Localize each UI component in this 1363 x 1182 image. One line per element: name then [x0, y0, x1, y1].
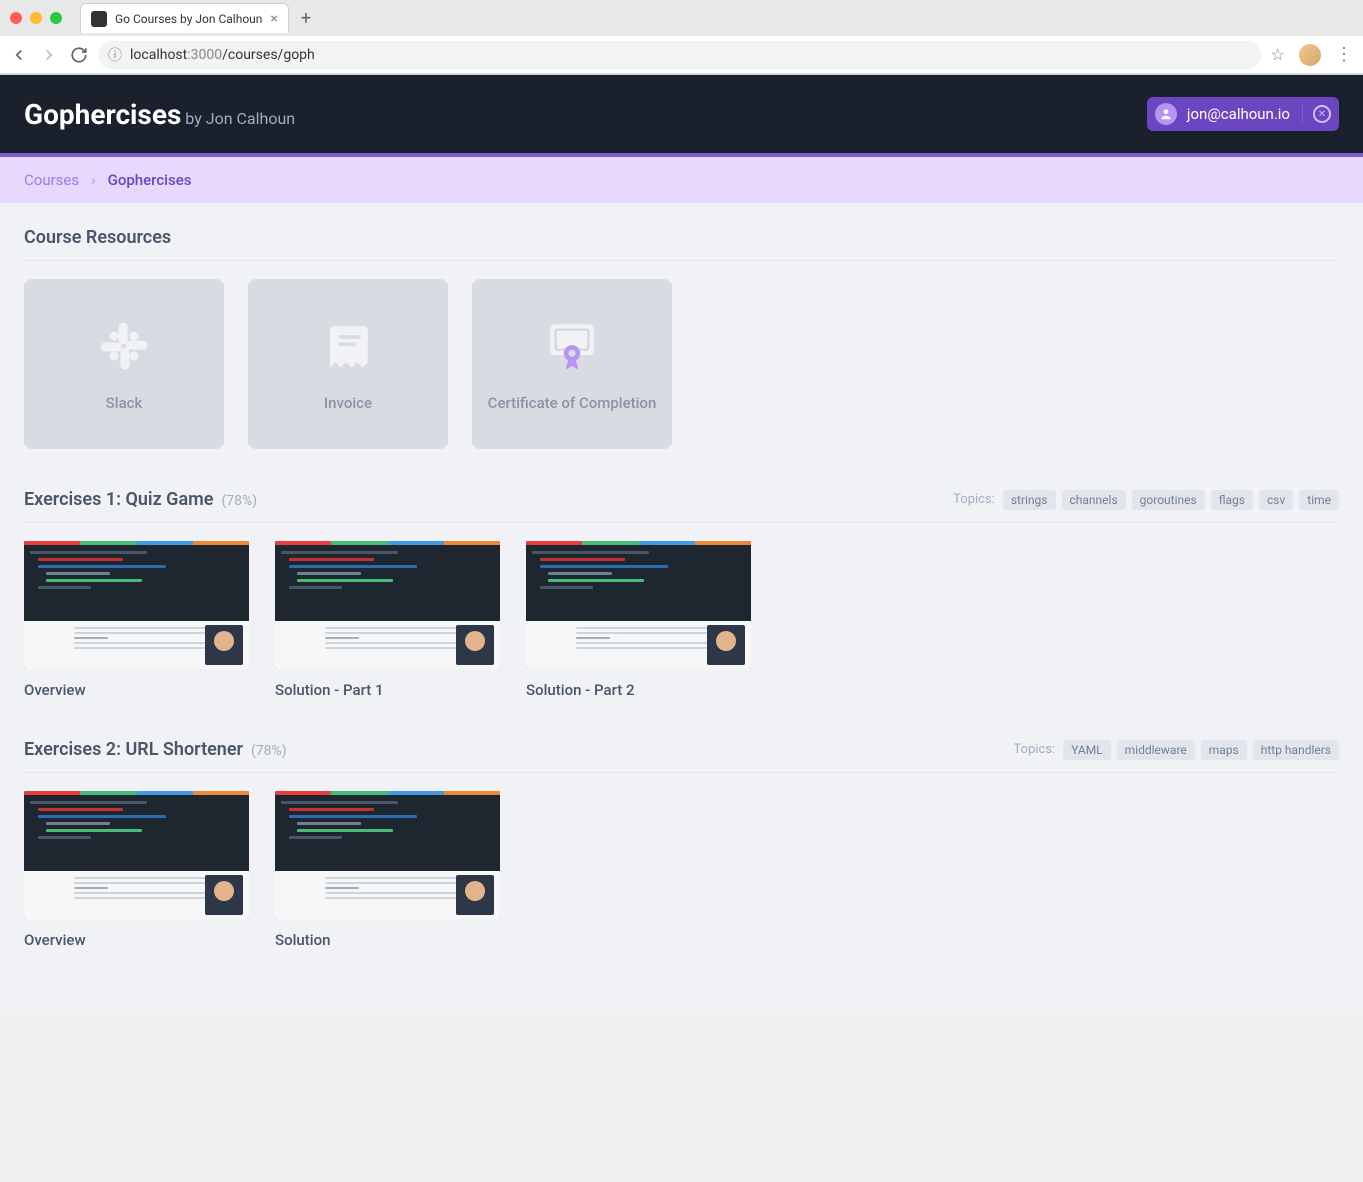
resource-label: Certificate of Completion	[488, 394, 657, 412]
topics-list: Topics: YAML middleware maps http handle…	[1014, 740, 1339, 760]
maximize-window-button[interactable]	[50, 12, 62, 24]
forward-button[interactable]	[40, 46, 58, 64]
resource-card-slack[interactable]: Slack	[24, 279, 224, 449]
breadcrumb-current[interactable]: Gophercises	[108, 171, 192, 189]
window-controls	[10, 12, 62, 24]
video-card[interactable]: Solution	[275, 791, 500, 949]
minimize-window-button[interactable]	[30, 12, 42, 24]
video-thumbnail	[24, 791, 249, 919]
url-text: localhost:3000/courses/goph	[130, 47, 315, 63]
app-subtitle: by Jon Calhoun	[185, 109, 295, 128]
video-card[interactable]: Solution - Part 1	[275, 541, 500, 699]
breadcrumb-courses-link[interactable]: Courses	[24, 171, 79, 189]
app-header: Gophercises by Jon Calhoun jon@calhoun.i…	[0, 75, 1363, 153]
video-card[interactable]: Overview	[24, 541, 249, 699]
topics-list: Topics: strings channels goroutines flag…	[953, 490, 1339, 510]
close-window-button[interactable]	[10, 12, 22, 24]
exercise-header: Exercises 1: Quiz Game (78%) Topics: str…	[24, 489, 1339, 523]
video-title: Solution - Part 1	[275, 681, 500, 699]
back-button[interactable]	[10, 46, 28, 64]
video-row: Overview Solution - Part 1 Solution - Pa…	[24, 541, 1339, 699]
topics-label: Topics:	[1014, 742, 1056, 757]
resource-card-invoice[interactable]: Invoice	[248, 279, 448, 449]
exercise-percent: (78%)	[221, 493, 257, 509]
topic-tag[interactable]: flags	[1211, 490, 1253, 510]
logout-button[interactable]: ✕	[1302, 105, 1331, 123]
reload-button[interactable]	[70, 46, 88, 64]
video-thumbnail	[275, 791, 500, 919]
section-heading-resources: Course Resources	[24, 227, 1339, 261]
exercise-title: Exercises 1: Quiz Game	[24, 489, 213, 510]
invoice-icon	[318, 316, 378, 376]
topic-tag[interactable]: YAML	[1063, 740, 1110, 760]
topics-label: Topics:	[953, 492, 995, 507]
profile-avatar-button[interactable]	[1299, 44, 1321, 66]
bookmark-star-icon[interactable]: ☆	[1271, 45, 1285, 64]
topic-tag[interactable]: maps	[1201, 740, 1247, 760]
main-content: Course Resources Slack	[0, 203, 1363, 1013]
video-title: Overview	[24, 681, 249, 699]
video-title: Overview	[24, 931, 249, 949]
address-bar: ⓘ localhost:3000/courses/goph ☆ ⋮	[0, 36, 1363, 74]
resource-cards: Slack Invoice	[24, 279, 1339, 449]
url-field[interactable]: ⓘ localhost:3000/courses/goph	[98, 41, 1261, 69]
browser-tab[interactable]: Go Courses by Jon Calhoun ×	[80, 3, 289, 33]
site-info-icon[interactable]: ⓘ	[108, 45, 122, 65]
exercise-title: Exercises 2: URL Shortener	[24, 739, 243, 760]
resource-card-certificate[interactable]: Certificate of Completion	[472, 279, 672, 449]
nav-buttons	[10, 46, 88, 64]
favicon-icon	[91, 11, 107, 27]
exercise-percent: (78%)	[251, 743, 287, 759]
close-icon: ✕	[1313, 105, 1331, 123]
user-email: jon@calhoun.io	[1187, 105, 1290, 123]
resource-label: Invoice	[324, 394, 372, 412]
topic-tag[interactable]: time	[1299, 490, 1339, 510]
new-tab-button[interactable]: +	[297, 8, 315, 29]
browser-menu-button[interactable]: ⋮	[1335, 44, 1353, 65]
titlebar: Go Courses by Jon Calhoun × +	[0, 0, 1363, 36]
topic-tag[interactable]: strings	[1003, 490, 1056, 510]
topic-tag[interactable]: channels	[1062, 490, 1126, 510]
video-thumbnail	[24, 541, 249, 669]
video-card[interactable]: Solution - Part 2	[526, 541, 751, 699]
topic-tag[interactable]: http handlers	[1253, 740, 1339, 760]
video-row: Overview Solution	[24, 791, 1339, 949]
browser-chrome: Go Courses by Jon Calhoun × + ⓘ localhos…	[0, 0, 1363, 75]
video-title: Solution	[275, 931, 500, 949]
browser-actions: ☆ ⋮	[1271, 44, 1353, 66]
video-thumbnail	[526, 541, 751, 669]
app-title: Gophercises	[24, 98, 181, 131]
user-menu[interactable]: jon@calhoun.io ✕	[1147, 97, 1339, 131]
title-block: Gophercises by Jon Calhoun	[24, 98, 295, 131]
video-thumbnail	[275, 541, 500, 669]
exercise-header: Exercises 2: URL Shortener (78%) Topics:…	[24, 739, 1339, 773]
user-avatar-icon	[1155, 103, 1177, 125]
topic-tag[interactable]: middleware	[1117, 740, 1195, 760]
certificate-icon	[542, 316, 602, 376]
video-title: Solution - Part 2	[526, 681, 751, 699]
close-tab-button[interactable]: ×	[270, 11, 277, 27]
topic-tag[interactable]: csv	[1259, 490, 1293, 510]
video-card[interactable]: Overview	[24, 791, 249, 949]
breadcrumb: Courses › Gophercises	[0, 157, 1363, 203]
slack-icon	[94, 316, 154, 376]
tab-title: Go Courses by Jon Calhoun	[115, 12, 262, 26]
resource-label: Slack	[106, 394, 143, 412]
topic-tag[interactable]: goroutines	[1132, 490, 1205, 510]
chevron-right-icon: ›	[91, 171, 96, 189]
